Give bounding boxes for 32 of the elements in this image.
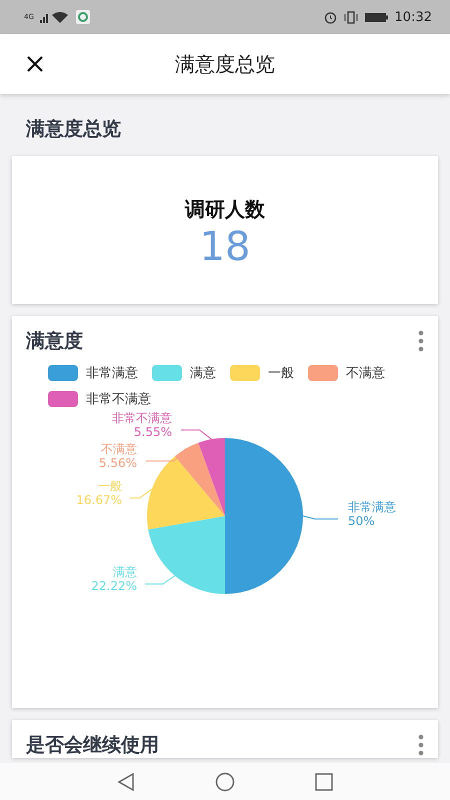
- leader-line: [302, 516, 338, 520]
- survey-count-value: 18: [198, 225, 252, 269]
- leader-line: [130, 488, 152, 498]
- survey-count-label: 调研人数: [184, 196, 266, 223]
- battery-icon: [364, 12, 389, 22]
- recents-icon[interactable]: [315, 772, 333, 790]
- app-icon: [76, 10, 90, 24]
- legend-item[interactable]: 非常满意: [48, 364, 138, 382]
- alarm-icon: [324, 10, 337, 24]
- more-icon[interactable]: [416, 330, 426, 352]
- slice-label: 满意 22.22%: [91, 565, 137, 593]
- vibrate-icon: [342, 10, 359, 24]
- home-icon[interactable]: [215, 772, 235, 792]
- slice-label: 不满意 5.56%: [98, 442, 137, 470]
- slice-label: 非常满意 50%: [348, 500, 396, 528]
- legend-item[interactable]: 一般: [230, 364, 294, 382]
- slice-label: 一般 16.67%: [76, 479, 122, 507]
- leader-line: [146, 448, 187, 462]
- slice-label: 非常不满意 5.55%: [112, 411, 172, 439]
- legend-item[interactable]: 满意: [152, 364, 216, 382]
- leader-line: [144, 575, 176, 584]
- card-title: 满意度: [26, 329, 83, 354]
- clock-time: 10:32: [394, 10, 432, 24]
- leader-line: [180, 430, 212, 440]
- card-title: 是否会继续使用: [26, 733, 159, 758]
- more-icon[interactable]: [416, 734, 426, 756]
- back-icon[interactable]: [117, 772, 135, 792]
- section-title: 满意度总览: [24, 117, 122, 142]
- page-title: 满意度总览: [175, 52, 275, 76]
- legend-item[interactable]: 不满意: [308, 364, 385, 382]
- legend-item[interactable]: 非常不满意: [48, 390, 151, 408]
- signal-icon: [40, 11, 70, 23]
